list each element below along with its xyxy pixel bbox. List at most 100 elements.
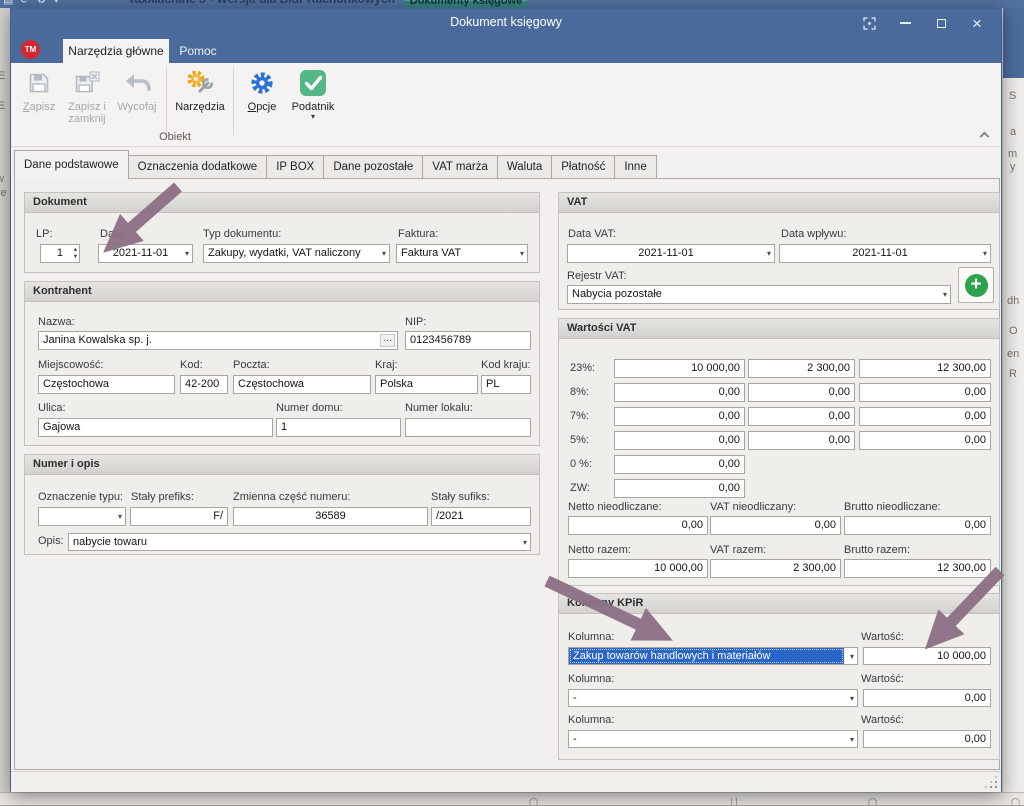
browse-ellipsis-button[interactable]: … xyxy=(380,334,395,347)
dropdown-arrow-icon[interactable]: ▾ xyxy=(850,694,854,703)
lp-stepper[interactable]: 1 ▴▾ xyxy=(40,244,80,263)
rejestr-vat-select[interactable]: Nabycia pozostałe ▾ xyxy=(567,285,951,304)
app-logo[interactable]: TM xyxy=(21,40,40,59)
tab-oznaczenia-dodatkowe[interactable]: Oznaczenia dodatkowe xyxy=(129,155,268,179)
vat-5-netto-field[interactable]: 0,00 xyxy=(614,431,745,450)
numer-lokalu-field[interactable] xyxy=(405,418,531,437)
tab-inne[interactable]: Inne xyxy=(615,155,656,179)
miejscowosc-field[interactable]: Częstochowa xyxy=(38,375,175,394)
vat-7-netto-field[interactable]: 0,00 xyxy=(614,407,745,426)
minimize-icon xyxy=(900,22,911,24)
tab-dane-pozostale[interactable]: Dane pozostałe xyxy=(324,155,423,179)
background-left-edge: E E w ve xyxy=(0,8,10,792)
dropdown-arrow-icon[interactable]: ▾ xyxy=(382,249,386,258)
numer-domu-field[interactable]: 1 xyxy=(276,418,401,437)
collapse-ribbon-button[interactable] xyxy=(981,133,989,141)
dialog-titlebar[interactable]: Dokument księgowy × xyxy=(11,9,1001,37)
data-dokumentu-select[interactable]: 2021-11-01 ▾ xyxy=(98,244,193,263)
wartosc-1-field[interactable]: 10 000,00 xyxy=(863,647,991,665)
save-and-close-button[interactable]: Zapisz i zamknij xyxy=(61,65,113,135)
tab-vat-marza[interactable]: VAT marża xyxy=(423,155,498,179)
undo-button[interactable]: Wycofaj xyxy=(113,65,161,135)
chevron-down-icon[interactable]: ▾ xyxy=(54,0,67,6)
netto-nieodliczane-field[interactable]: 0,00 xyxy=(568,516,708,535)
vat-23-brutto-field[interactable]: 12 300,00 xyxy=(859,359,991,378)
resize-grip[interactable] xyxy=(984,775,997,788)
save-label: Zapisz xyxy=(23,101,55,113)
spin-down-icon[interactable]: ▾ xyxy=(74,253,77,260)
kod-kraju-field[interactable]: PL xyxy=(481,375,531,394)
kolumna-1-select[interactable]: Zakup towarów handlowych i materiałów ▾ xyxy=(568,647,858,665)
undo-label: Wycofaj xyxy=(117,101,156,113)
data-wplywu-select[interactable]: 2021-11-01 ▾ xyxy=(779,244,991,263)
dropdown-arrow-icon[interactable]: ▾ xyxy=(767,249,771,258)
refresh-icon[interactable]: ⟳ xyxy=(20,0,36,6)
kod-field[interactable]: 42-200 xyxy=(180,375,228,394)
typ-dokumentu-select[interactable]: Zakupy, wydatki, VAT naliczony ▾ xyxy=(203,244,390,263)
tab-waluta[interactable]: Waluta xyxy=(498,155,552,179)
save-quick-icon[interactable]: ▤ xyxy=(3,0,20,6)
gear-icon[interactable]: ⚙ xyxy=(37,0,54,6)
nip-field[interactable]: 0123456789 xyxy=(405,331,531,350)
close-button[interactable]: × xyxy=(959,9,995,37)
taxpayer-button[interactable]: Podatnik ▾ xyxy=(285,65,341,135)
kraj-field[interactable]: Polska xyxy=(375,375,478,394)
opis-select[interactable]: nabycie towaru ▾ xyxy=(68,533,531,551)
vat-8-vat-field[interactable]: 0,00 xyxy=(748,383,855,402)
vat-5-brutto-field[interactable]: 0,00 xyxy=(859,431,991,450)
tools-button[interactable]: Narzędzia xyxy=(172,65,228,135)
dropdown-arrow-icon[interactable]: ▾ xyxy=(118,512,122,521)
options-button[interactable]: Opcje xyxy=(239,65,285,135)
fit-window-button[interactable] xyxy=(851,9,887,37)
netto-razem-field[interactable]: 10 000,00 xyxy=(568,559,708,578)
maximize-button[interactable] xyxy=(923,9,959,37)
dropdown-arrow-icon[interactable]: ▾ xyxy=(850,652,854,661)
oznaczenie-typu-select[interactable]: ▾ xyxy=(38,507,126,526)
vat-8-netto-field[interactable]: 0,00 xyxy=(614,383,745,402)
faktura-select[interactable]: Faktura VAT ▾ xyxy=(396,244,528,263)
dropdown-arrow-icon[interactable]: ▾ xyxy=(943,290,947,299)
wartosc-3-field[interactable]: 0,00 xyxy=(863,730,991,748)
section-title: Dokument xyxy=(33,196,87,208)
vat-0-netto-field[interactable]: 0,00 xyxy=(614,455,745,474)
dropdown-arrow-icon[interactable]: ▾ xyxy=(523,538,527,547)
vat-7-brutto-field[interactable]: 0,00 xyxy=(859,407,991,426)
wartosc-2-field[interactable]: 0,00 xyxy=(863,689,991,707)
spin-up-icon[interactable]: ▴ xyxy=(74,246,77,253)
spinner-icons[interactable]: ▴▾ xyxy=(74,246,77,260)
tab-ip-box[interactable]: IP BOX xyxy=(267,155,324,179)
data-vat-select[interactable]: 2021-11-01 ▾ xyxy=(567,244,775,263)
tab-platnosc[interactable]: Płatność xyxy=(552,155,615,179)
staly-prefiks-field[interactable]: F/ xyxy=(130,507,228,526)
kolumna-2-select[interactable]: - ▾ xyxy=(568,689,858,707)
dropdown-arrow-icon[interactable]: ▾ xyxy=(520,249,524,258)
ribbon-tab-narzedzia-glowne[interactable]: Narzędzia główne xyxy=(63,39,169,63)
ulica-field[interactable]: Gajowa xyxy=(38,418,273,437)
vat-23-netto-field[interactable]: 10 000,00 xyxy=(614,359,745,378)
vat-23-vat-field[interactable]: 2 300,00 xyxy=(748,359,855,378)
vat-zw-netto-field[interactable]: 0,00 xyxy=(614,479,745,498)
dropdown-arrow-icon[interactable]: ▾ xyxy=(850,735,854,744)
vat-7-vat-field[interactable]: 0,00 xyxy=(748,407,855,426)
poczta-field[interactable]: Częstochowa xyxy=(233,375,371,394)
nazwa-field[interactable]: Janina Kowalska sp. j. … xyxy=(38,331,398,350)
tab-dane-podstawowe[interactable]: Dane podstawowe xyxy=(14,150,129,179)
minimize-button[interactable] xyxy=(887,9,923,37)
save-button[interactable]: Zapisz xyxy=(17,65,61,135)
bg-text-fragment: S xyxy=(1009,90,1016,102)
vat-nieodliczany-field[interactable]: 0,00 xyxy=(710,516,841,535)
chevron-down-icon: ▾ xyxy=(311,113,315,120)
ribbon-tab-pomoc[interactable]: Pomoc xyxy=(171,39,225,63)
staly-sufiks-field[interactable]: /2021 xyxy=(431,507,531,526)
vat-razem-field[interactable]: 2 300,00 xyxy=(710,559,841,578)
dropdown-arrow-icon[interactable]: ▾ xyxy=(185,249,189,258)
zmienna-czesc-field[interactable]: 36589 xyxy=(233,507,428,526)
vat-5-vat-field[interactable]: 0,00 xyxy=(748,431,855,450)
brutto-razem-field[interactable]: 12 300,00 xyxy=(844,559,991,578)
background-tab-dokumenty-ksiegowe[interactable]: Dokumenty księgowe xyxy=(405,0,527,8)
dropdown-arrow-icon[interactable]: ▾ xyxy=(983,249,987,258)
brutto-nieodliczane-field[interactable]: 0,00 xyxy=(844,516,991,535)
vat-8-brutto-field[interactable]: 0,00 xyxy=(859,383,991,402)
add-rejestr-button[interactable]: + xyxy=(958,267,994,303)
kolumna-3-select[interactable]: - ▾ xyxy=(568,730,858,748)
